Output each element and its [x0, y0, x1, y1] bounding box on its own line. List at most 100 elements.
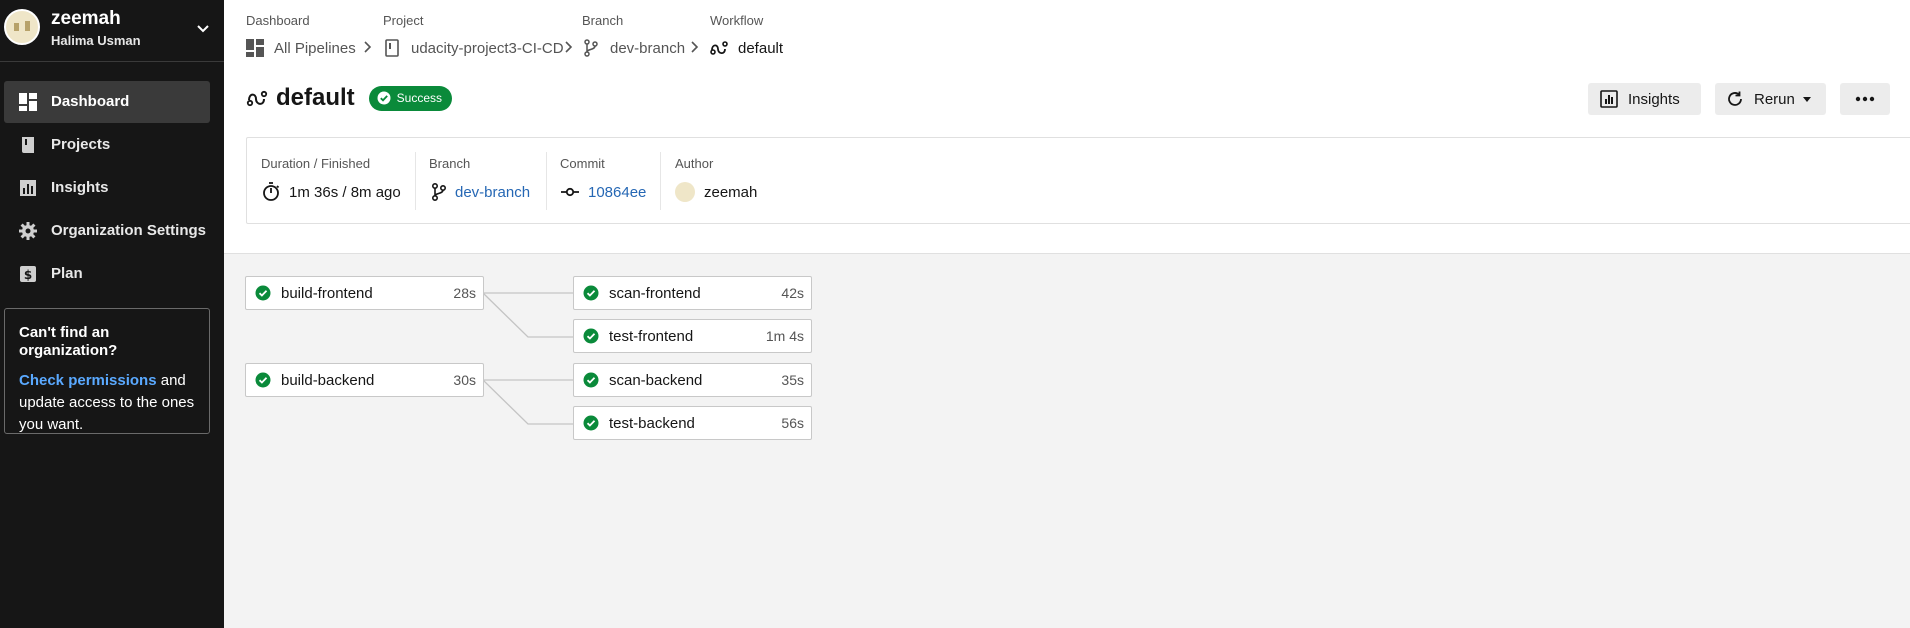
job-duration: 56s: [781, 415, 804, 431]
grid-icon: [246, 39, 264, 57]
chevron-right-icon: [565, 41, 573, 53]
breadcrumb-dashboard: Dashboard All Pipelines: [246, 13, 356, 57]
sidebar-item-label: Dashboard: [51, 93, 130, 110]
insights-button[interactable]: Insights: [1588, 83, 1701, 115]
branch-icon: [584, 39, 598, 57]
summary-divider: [415, 152, 416, 210]
sidebar-item-insights[interactable]: Insights: [4, 167, 210, 209]
breadcrumb-link-project[interactable]: udacity-project3-CI-CD: [383, 39, 564, 57]
sidebar-item-label: Insights: [51, 179, 109, 196]
check-permissions-link[interactable]: Check permissions: [19, 372, 157, 389]
workflow-header: Dashboard All Pipelines Project udacity-…: [224, 0, 1910, 254]
breadcrumb-value: udacity-project3-CI-CD: [411, 39, 564, 57]
summary-divider: [660, 152, 661, 210]
dollar-icon: $: [20, 266, 36, 282]
breadcrumb-caption: Workflow: [710, 13, 764, 28]
workflow-title: default Success: [246, 84, 453, 112]
breadcrumb-link-all-pipelines[interactable]: All Pipelines: [246, 39, 356, 57]
workflow-summary: Duration / Finished 1m 36s / 8m ago Bran…: [246, 137, 1910, 224]
job-name: scan-frontend: [609, 284, 701, 302]
more-options-button[interactable]: [1840, 83, 1890, 115]
org-user-name: Halima Usman: [51, 33, 141, 48]
book-icon: [22, 137, 34, 153]
repo-icon: [385, 39, 399, 57]
breadcrumb-link-branch[interactable]: dev-branch: [582, 39, 685, 57]
org-avatar: [4, 9, 40, 45]
more-horizontal-icon: [1855, 96, 1875, 102]
job-build-frontend[interactable]: build-frontend 28s: [245, 276, 484, 310]
workflow-icon: [246, 90, 268, 107]
status-badge: Success: [368, 85, 453, 111]
notice-title: Can't find an organization?: [19, 324, 118, 359]
breadcrumb-current-workflow: default: [710, 39, 783, 57]
job-scan-frontend[interactable]: scan-frontend 42s: [573, 276, 812, 310]
check-circle-icon: [583, 285, 599, 301]
notice-body: Check permissions and update access to t…: [19, 370, 195, 436]
sidebar-item-plan[interactable]: $ Plan: [4, 253, 210, 295]
duration-value: 1m 36s / 8m ago: [289, 183, 401, 201]
org-notice: Can't find an organization? Check permis…: [4, 308, 210, 434]
check-circle-icon: [255, 372, 271, 388]
chart-icon: [20, 180, 36, 196]
refresh-icon: [1728, 91, 1742, 106]
summary-caption: Branch: [429, 156, 471, 171]
sidebar-item-label: Projects: [51, 136, 111, 153]
breadcrumb-value: default: [738, 39, 784, 57]
summary-value: dev-branch: [429, 182, 530, 202]
branch-link[interactable]: dev-branch: [455, 184, 530, 201]
summary-caption: Duration / Finished: [261, 156, 371, 171]
breadcrumb-value: All Pipelines: [274, 39, 356, 57]
job-name: scan-backend: [609, 371, 703, 389]
job-duration: 30s: [453, 372, 476, 388]
check-circle-icon: [583, 372, 599, 388]
job-duration: 28s: [453, 285, 476, 301]
page-title: default: [276, 84, 355, 111]
check-circle-icon: [377, 91, 391, 105]
sidebar-item-organization-settings[interactable]: Organization Settings: [4, 210, 210, 252]
chevron-right-icon: [691, 41, 699, 53]
check-circle-icon: [583, 328, 599, 344]
workflow-graph: build-frontend 28s scan-frontend 42s tes…: [224, 255, 1910, 628]
rerun-button[interactable]: Rerun: [1715, 83, 1826, 115]
org-name: zeemah: [51, 8, 121, 29]
breadcrumb-workflow: Workflow default: [710, 13, 783, 57]
check-circle-icon: [583, 415, 599, 431]
main-content: Dashboard All Pipelines Project udacity-…: [224, 0, 1910, 628]
breadcrumb-value: dev-branch: [610, 39, 686, 57]
workflow-icon: [710, 41, 728, 55]
job-name: build-frontend: [281, 284, 373, 302]
job-name: build-backend: [281, 371, 375, 389]
job-test-backend[interactable]: test-backend 56s: [573, 406, 812, 440]
job-test-frontend[interactable]: test-frontend 1m 4s: [573, 319, 812, 353]
chart-icon: [1600, 90, 1618, 108]
job-name: test-frontend: [609, 327, 694, 345]
dashboard-icon: [19, 93, 37, 111]
author-name: zeemah: [704, 183, 758, 201]
job-scan-backend[interactable]: scan-backend 35s: [573, 363, 812, 397]
summary-value: 1m 36s / 8m ago: [261, 182, 401, 202]
commit-link[interactable]: 10864ee: [588, 184, 646, 201]
sidebar-item-label: Plan: [51, 265, 83, 282]
summary-caption: Commit: [560, 156, 605, 171]
breadcrumb-caption: Branch: [582, 13, 624, 28]
svg-text:$: $: [24, 268, 32, 282]
rerun-button-label: Rerun: [1754, 90, 1795, 108]
status-label: Success: [396, 91, 443, 105]
summary-value: zeemah: [675, 182, 757, 202]
org-switcher[interactable]: zeemah Halima Usman: [0, 0, 224, 62]
breadcrumb-project: Project udacity-project3-CI-CD: [383, 13, 564, 57]
sidebar-item-projects[interactable]: Projects: [4, 124, 210, 166]
job-duration: 42s: [781, 285, 804, 301]
sidebar: zeemah Halima Usman Dashboard Projects I…: [0, 0, 224, 628]
chevron-down-icon[interactable]: [193, 19, 213, 39]
job-name: test-backend: [609, 414, 695, 432]
caret-down-icon: [1802, 97, 1811, 102]
stopwatch-icon: [263, 182, 280, 201]
sidebar-item-dashboard[interactable]: Dashboard: [4, 81, 210, 123]
commit-icon: [561, 187, 579, 197]
branch-icon: [431, 182, 447, 202]
job-build-backend[interactable]: build-backend 30s: [245, 363, 484, 397]
job-duration: 1m 4s: [765, 328, 804, 344]
summary-value: 10864ee: [560, 182, 646, 202]
check-circle-icon: [255, 285, 271, 301]
